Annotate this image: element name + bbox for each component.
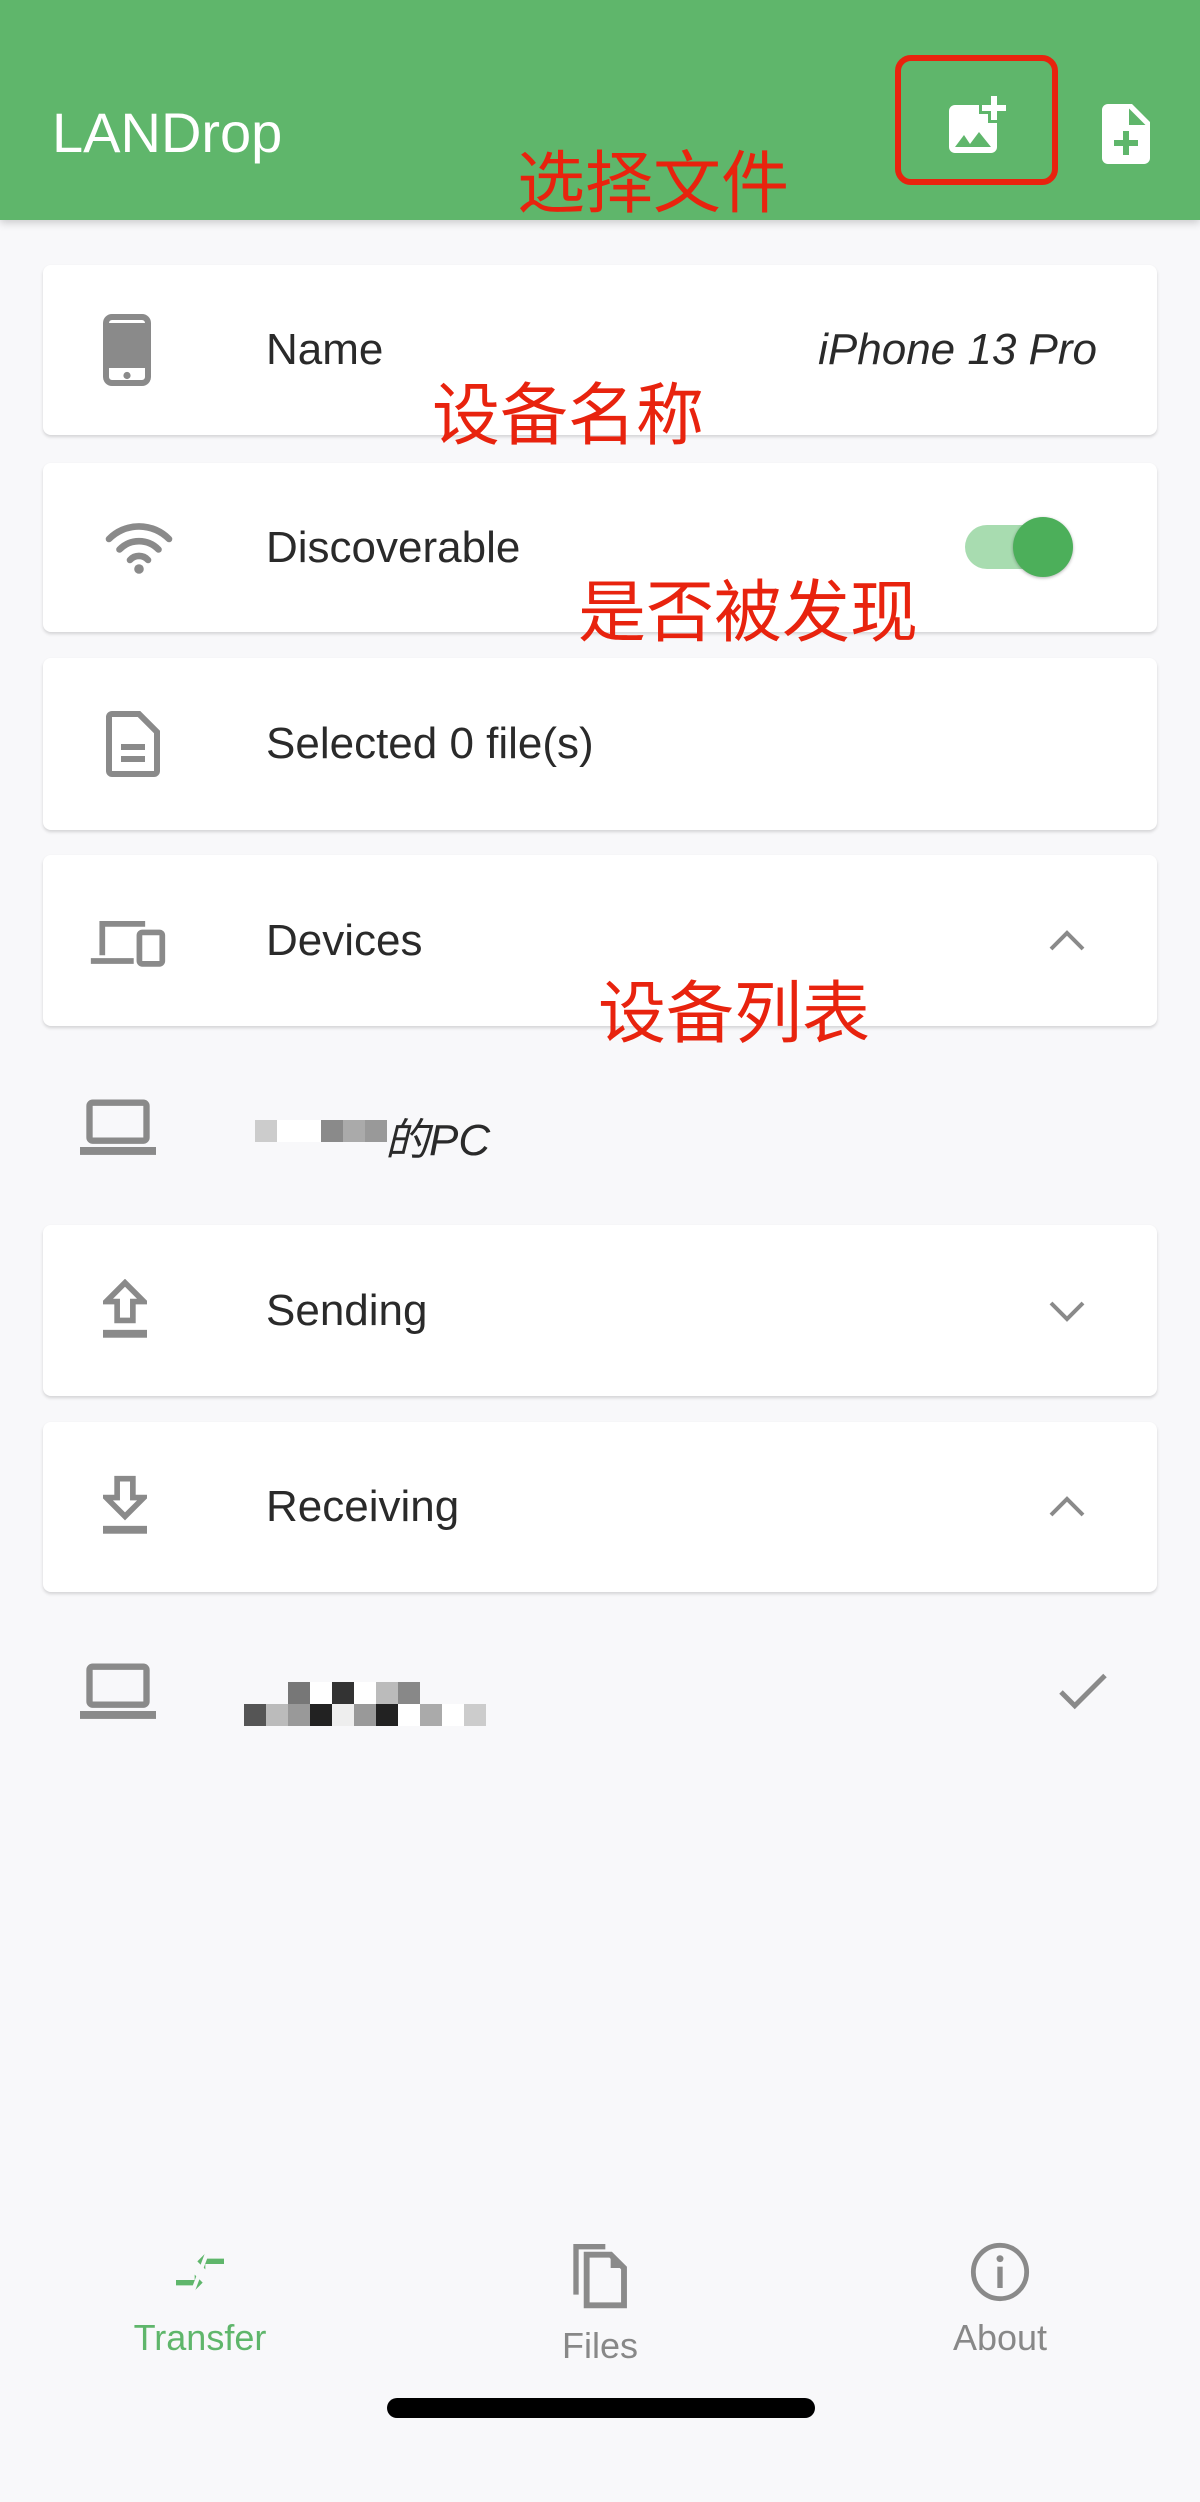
receiving-list-item[interactable] — [0, 1632, 1200, 1752]
sending-label: Sending — [266, 1285, 428, 1335]
name-label: Name — [266, 325, 384, 374]
toggle-thumb — [1013, 517, 1073, 577]
nav-label: Transfer — [133, 2317, 267, 2358]
chevron-up-icon[interactable] — [1047, 1495, 1087, 1519]
annotation-select-files: 选择文件 — [517, 145, 790, 224]
discoverable-label: Discoverable — [266, 522, 521, 572]
files-icon — [573, 2244, 627, 2309]
device-name-value[interactable]: iPhone 13 Pro — [818, 325, 1097, 375]
transfer-icon — [176, 2249, 224, 2295]
nav-files[interactable]: Files — [450, 2240, 750, 2367]
annotation-device-name: 设备名称 — [432, 377, 705, 456]
info-icon — [970, 2242, 1030, 2302]
laptop-icon — [80, 1663, 156, 1719]
phone-icon — [103, 314, 151, 386]
app-bar: LANDrop 选择文件 — [0, 0, 1200, 224]
nav-label: Files — [561, 2325, 638, 2366]
file-icon — [106, 711, 160, 777]
device-name: 的PC — [385, 1116, 491, 1165]
nav-transfer[interactable]: Transfer — [50, 2240, 350, 2359]
home-indicator — [387, 2398, 815, 2418]
selected-files-card[interactable]: Selected 0 file(s) — [43, 658, 1157, 830]
annotation-discoverable: 是否被发现 — [578, 574, 919, 653]
annotation-device-list: 设备列表 — [598, 975, 871, 1054]
receiving-label: Receiving — [266, 1482, 460, 1531]
note-add-icon[interactable] — [1090, 98, 1162, 170]
upload-icon — [103, 1278, 147, 1338]
add-photo-icon[interactable] — [940, 90, 1012, 162]
chevron-up-icon[interactable] — [1047, 929, 1087, 953]
sending-card[interactable]: Sending — [43, 1225, 1157, 1396]
devices-icon — [90, 920, 166, 967]
laptop-icon — [80, 1099, 156, 1155]
discoverable-toggle[interactable] — [965, 517, 1073, 577]
blurred-device-name — [255, 1120, 387, 1142]
download-icon — [103, 1475, 147, 1534]
check-icon — [1059, 1673, 1107, 1710]
selected-files-label: Selected 0 file(s) — [266, 719, 594, 768]
nav-label: About — [952, 2317, 1048, 2358]
device-list-item[interactable]: 的PC — [0, 1068, 1200, 1188]
receiving-card[interactable]: Receiving — [43, 1422, 1157, 1592]
devices-label: Devices — [266, 915, 423, 965]
wifi-icon — [105, 522, 173, 574]
app-title: LANDrop — [52, 101, 283, 164]
nav-about[interactable]: About — [850, 2240, 1150, 2359]
chevron-down-icon[interactable] — [1047, 1299, 1087, 1323]
